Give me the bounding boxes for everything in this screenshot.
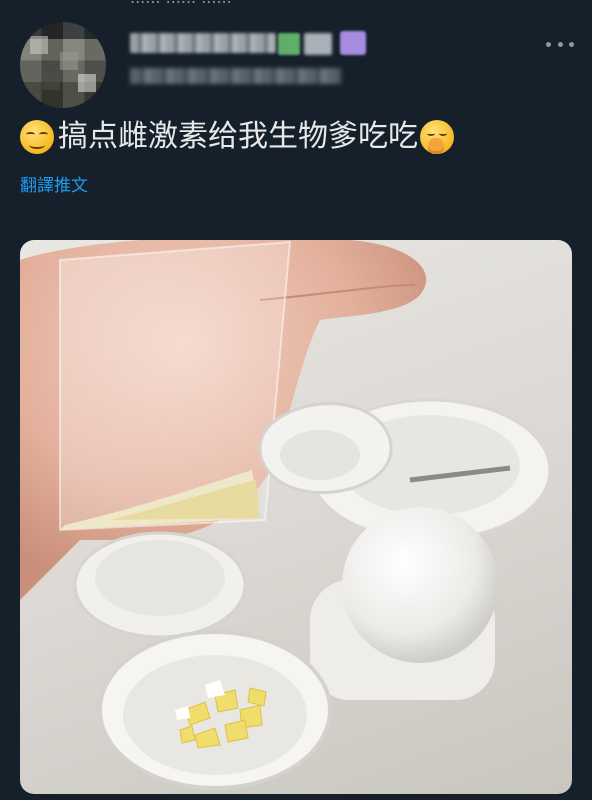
smirking-face-emoji bbox=[20, 120, 54, 154]
avatar-pixel bbox=[30, 36, 48, 54]
avatar-pixel bbox=[78, 74, 96, 92]
top-partial-bar: ...... ...... ...... bbox=[0, 0, 592, 10]
photo-illustration bbox=[20, 240, 552, 790]
tweet-body: 搞点雌激素给我生物爹吃吃 bbox=[58, 119, 418, 154]
yawning-face-emoji bbox=[420, 120, 454, 154]
avatar[interactable] bbox=[20, 22, 106, 108]
name-badge-redacted bbox=[278, 33, 300, 55]
more-horizontal-icon[interactable] bbox=[546, 37, 574, 51]
top-partial-text: ...... ...... ...... bbox=[130, 0, 232, 7]
display-name-redacted[interactable] bbox=[130, 33, 276, 53]
name-badge-redacted bbox=[304, 33, 332, 55]
name-badge-redacted bbox=[340, 31, 366, 55]
handle-redacted bbox=[130, 68, 342, 84]
avatar-pixel bbox=[60, 52, 78, 70]
avatar-pixel bbox=[42, 72, 60, 90]
translate-tweet-link[interactable]: 翻譯推文 bbox=[20, 171, 88, 196]
tweet-photo[interactable] bbox=[20, 240, 572, 794]
tweet-text: 搞点雌激素给我生物爹吃吃 bbox=[20, 117, 580, 157]
